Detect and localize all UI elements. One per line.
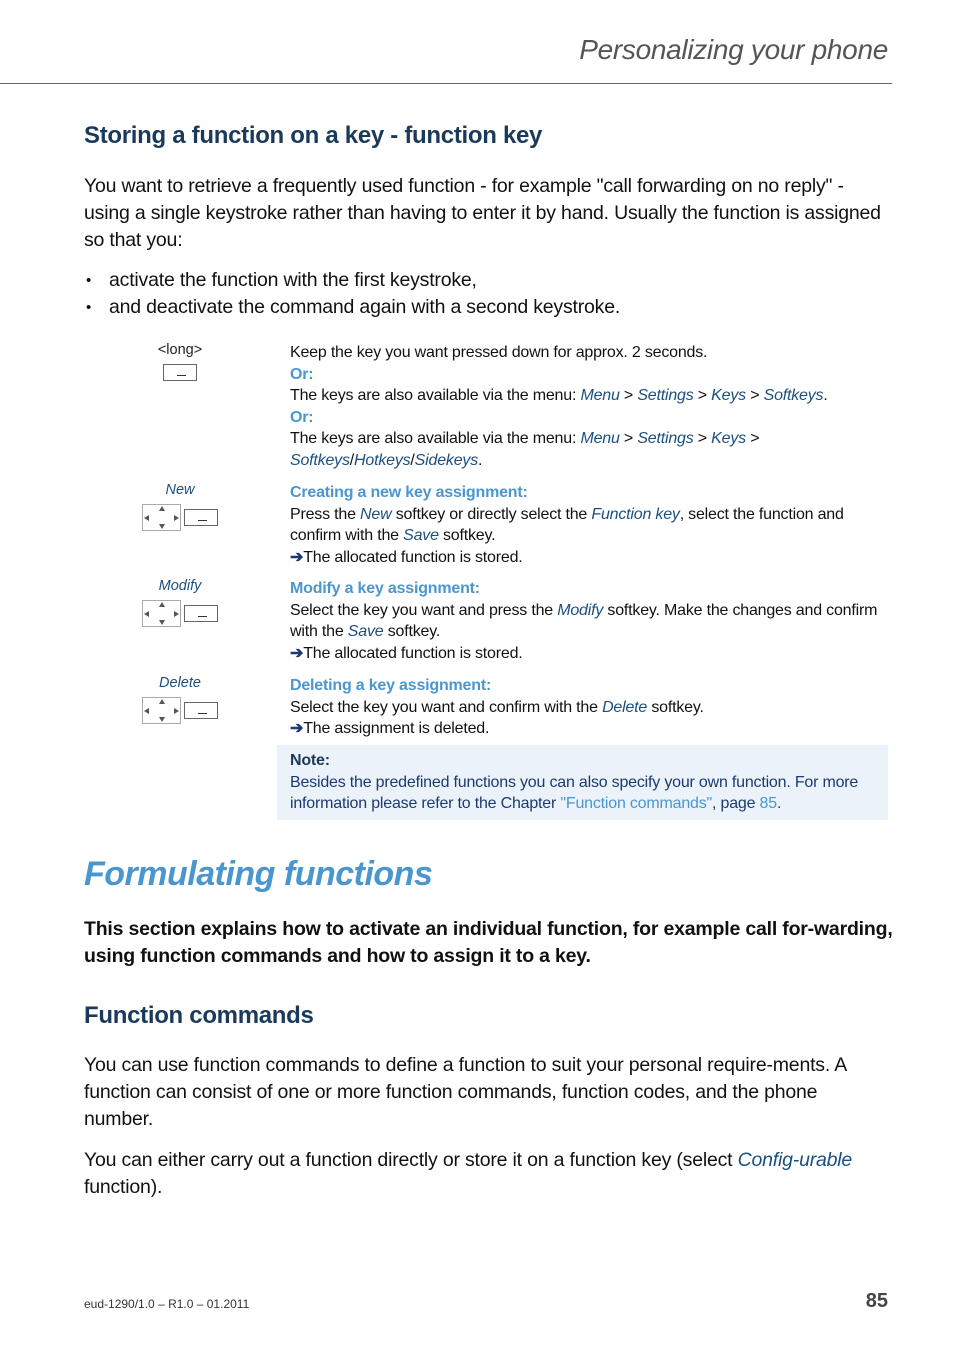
- note-heading: Note:: [290, 752, 330, 769]
- new-softkey-label: New: [165, 482, 195, 498]
- step-description: Keep the key you want pressed down for a…: [290, 342, 880, 471]
- section-heading-function-commands: Function commands: [84, 1002, 314, 1029]
- note-box: Note: Besides the predefined functions y…: [277, 745, 888, 820]
- navigation-key-icon: [142, 600, 181, 627]
- step-description: Creating a new key assignment: Press the…: [290, 482, 880, 568]
- step-text: Keep the key you want pressed down for a…: [290, 344, 708, 361]
- modify-link[interactable]: Modify: [557, 602, 603, 619]
- result-text: The allocated function is stored.: [303, 548, 523, 566]
- text: , page: [712, 795, 760, 812]
- separator: >: [745, 387, 764, 404]
- arrow-right-icon: ➔: [290, 720, 304, 737]
- text: You can either carry out a function dire…: [84, 1149, 738, 1171]
- long-press-label: <long>: [157, 342, 203, 358]
- navigation-key-icon: [142, 697, 181, 724]
- step-result: ➔The allocated function is stored.: [290, 643, 880, 665]
- step-description: Deleting a key assignment: Select the ke…: [290, 675, 880, 740]
- function-key-paragraph: You can either carry out a function dire…: [84, 1147, 890, 1201]
- text: Select the key you want and press the: [290, 601, 558, 619]
- step-heading: Deleting a key assignment:: [290, 677, 492, 694]
- separator: >: [619, 430, 638, 447]
- menu-link[interactable]: Menu: [580, 430, 619, 447]
- text: softkey.: [383, 623, 441, 640]
- separator: >: [745, 430, 760, 447]
- step-text: Press the New softkey or directly select…: [290, 504, 880, 547]
- softkey-icon: [184, 509, 218, 526]
- chapter-lead: This section explains how to activate an…: [84, 918, 893, 967]
- separator: >: [693, 430, 712, 447]
- text: Select the key you want and confirm with…: [290, 698, 603, 716]
- delete-link[interactable]: Delete: [602, 699, 647, 716]
- function-commands-link[interactable]: "Function commands": [560, 795, 712, 812]
- text: function).: [84, 1176, 163, 1198]
- bullet-item: and deactivate the command again with a …: [84, 294, 620, 321]
- step-result: ➔The assignment is deleted.: [290, 718, 880, 740]
- menu-path-1: The keys are also available via the menu…: [290, 385, 880, 407]
- softkeys-link[interactable]: Softkeys: [290, 452, 350, 469]
- configurable-link[interactable]: Config-urable: [738, 1149, 853, 1171]
- chapter-title: Formulating functions: [84, 855, 433, 893]
- key-illustration: <long>: [120, 342, 240, 381]
- text: The keys are also available via the menu…: [290, 387, 581, 404]
- key-illustration: Delete: [120, 675, 240, 724]
- softkey-icon: [184, 702, 218, 719]
- softkey-icon: [163, 364, 197, 381]
- period: .: [823, 387, 828, 404]
- page-link[interactable]: 85: [760, 795, 778, 812]
- navigation-key-icon: [142, 504, 181, 531]
- settings-link[interactable]: Settings: [637, 430, 693, 447]
- arrow-right-icon: ➔: [290, 644, 304, 662]
- result-text: The allocated function is stored.: [303, 644, 523, 662]
- menu-path-2: The keys are also available via the menu…: [290, 428, 880, 471]
- settings-link[interactable]: Settings: [637, 387, 693, 404]
- intro-paragraph: You want to retrieve a frequently used f…: [84, 175, 881, 251]
- or-label: Or:: [290, 408, 314, 426]
- text: softkey or directly select the: [391, 505, 592, 523]
- document-id: eud-1290/1.0 – R1.0 – 01.2011: [84, 1297, 250, 1311]
- text: .: [776, 795, 782, 812]
- header-divider: [0, 83, 892, 84]
- text: softkey.: [438, 527, 496, 544]
- function-key-link[interactable]: Function key: [591, 506, 680, 523]
- page-header-title: Personalizing your phone: [579, 34, 888, 65]
- step-heading: Modify a key assignment:: [290, 580, 480, 597]
- save-link[interactable]: Save: [403, 527, 439, 544]
- keys-link[interactable]: Keys: [711, 430, 746, 447]
- text: softkey.: [647, 698, 704, 716]
- key-illustration: Modify: [120, 578, 240, 627]
- softkey-icon: [184, 605, 218, 622]
- menu-link[interactable]: Menu: [580, 387, 619, 404]
- arrow-right-icon: ➔: [290, 548, 304, 566]
- save-link[interactable]: Save: [348, 623, 384, 640]
- step-result: ➔The allocated function is stored.: [290, 547, 880, 569]
- sidekeys-link[interactable]: Sidekeys: [415, 452, 479, 469]
- result-text: The assignment is deleted.: [303, 720, 490, 737]
- delete-softkey-label: Delete: [159, 675, 201, 691]
- function-commands-paragraph: You can use function commands to define …: [84, 1054, 846, 1130]
- step-text: Select the key you want and press the Mo…: [290, 600, 880, 643]
- separator: >: [693, 387, 712, 404]
- key-illustration: New: [120, 482, 240, 531]
- modify-softkey-label: Modify: [158, 578, 202, 594]
- step-description: Modify a key assignment: Select the key …: [290, 578, 880, 664]
- keys-link[interactable]: Keys: [711, 387, 746, 404]
- separator: >: [619, 387, 638, 404]
- page-number: 85: [865, 1290, 888, 1312]
- or-label: Or:: [290, 365, 314, 383]
- section-heading-function-key: Storing a function on a key - function k…: [84, 122, 543, 149]
- step-text: Select the key you want and confirm with…: [290, 697, 880, 719]
- bullet-item: activate the function with the first key…: [84, 267, 620, 294]
- period: .: [478, 451, 483, 469]
- note-text: Besides the predefined functions you can…: [290, 772, 880, 815]
- new-link[interactable]: New: [360, 506, 392, 523]
- text: The keys are also available via the menu…: [290, 430, 581, 447]
- text: Press the: [290, 505, 361, 523]
- bullet-list: activate the function with the first key…: [84, 267, 620, 321]
- hotkeys-link[interactable]: Hotkeys: [354, 452, 411, 469]
- step-heading: Creating a new key assignment:: [290, 484, 528, 501]
- softkeys-link[interactable]: Softkeys: [764, 387, 824, 404]
